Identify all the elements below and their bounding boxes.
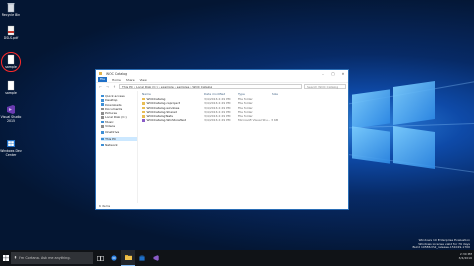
- document-icon: [101, 107, 104, 111]
- cortana-placeholder: I'm Cortana. Ask me anything.: [19, 256, 71, 260]
- cortana-search-box[interactable]: I'm Cortana. Ask me anything.: [11, 252, 93, 264]
- dev-center-icon: [7, 140, 15, 147]
- tab-home[interactable]: Home: [112, 78, 121, 82]
- download-icon: [101, 103, 104, 107]
- start-button[interactable]: [0, 250, 11, 266]
- tab-share[interactable]: Share: [126, 78, 135, 82]
- microphone-icon: [14, 256, 17, 259]
- maximize-button[interactable]: □: [328, 72, 338, 76]
- file-explorer-icon: [124, 255, 132, 260]
- tab-file[interactable]: File: [98, 77, 108, 82]
- desktop-icon-label: Visual Studio 2015: [0, 115, 22, 123]
- drive-icon: [101, 116, 104, 119]
- desktop-icon-label: sample: [5, 91, 17, 95]
- desktop-icon-recycle-bin[interactable]: Recycle Bin: [0, 2, 22, 18]
- desktop-icon-dsls-pdf[interactable]: DSLS.pdf: [0, 25, 22, 41]
- address-bar[interactable]: This PC › Local Disk (C:) › example › sa…: [119, 84, 302, 89]
- visual-studio-icon: [153, 255, 159, 261]
- video-icon: [101, 124, 104, 128]
- network-icon: [101, 143, 104, 147]
- folder-icon: [142, 110, 145, 114]
- file-explorer-window[interactable]: WOC Catalog – □ ✕ File Home Share View ←…: [95, 69, 349, 210]
- taskbar: I'm Cortana. Ask me anything. 2:30 PM 3/…: [0, 250, 474, 266]
- evaluation-watermark: Windows 10 Enterprise Evaluation Windows…: [412, 238, 470, 250]
- minimize-button[interactable]: –: [318, 72, 328, 76]
- title-bar[interactable]: WOC Catalog – □ ✕: [96, 70, 348, 77]
- explorer-body: Quick access Desktop Downloads Documents…: [96, 91, 348, 203]
- back-arrow-icon[interactable]: ←: [98, 85, 103, 89]
- store-button[interactable]: [135, 250, 149, 266]
- file-list: Name Date modified Type Size WOCCatalog …: [138, 91, 348, 203]
- pdf-file-icon: [7, 25, 15, 36]
- windows-logo-wallpaper: [352, 81, 436, 169]
- highlight-circle: [1, 52, 21, 72]
- up-arrow-icon[interactable]: ↑: [112, 85, 117, 89]
- store-icon: [139, 255, 145, 261]
- music-icon: [101, 120, 104, 124]
- file-date: 3/4/2016 2:29 PM: [204, 118, 231, 123]
- desktop-icon-label: DSLS.pdf: [3, 36, 19, 40]
- solution-file-icon: [142, 119, 145, 122]
- navigation-pane: Quick access Desktop Downloads Documents…: [96, 91, 138, 203]
- recycle-bin-icon: [7, 3, 15, 13]
- forward-arrow-icon[interactable]: →: [105, 85, 110, 89]
- close-button[interactable]: ✕: [338, 72, 348, 76]
- cloud-icon: [101, 131, 104, 134]
- desktop-icon-label: Recycle Bin: [1, 13, 21, 17]
- desktop-icon: [101, 99, 104, 102]
- windows-start-icon: [2, 255, 9, 261]
- file-explorer-button[interactable]: [121, 250, 135, 266]
- desktop-icon-sample-2[interactable]: sample: [0, 80, 22, 96]
- folder-icon: [142, 97, 145, 101]
- pictures-icon: [101, 112, 104, 115]
- edge-button[interactable]: [107, 250, 121, 266]
- file-icon: [7, 80, 15, 91]
- edge-icon: [111, 255, 117, 261]
- file-row[interactable]: WOCCatalog.WinStoreTest 3/4/2016 2:29 PM…: [142, 118, 348, 122]
- folder-icon: [142, 102, 145, 105]
- search-box[interactable]: Search WOC Catalog: [304, 84, 346, 89]
- clock-date: 3/4/2016: [458, 256, 472, 260]
- desktop: Recycle Bin DSLS.pdf sample sample Visua…: [0, 0, 474, 250]
- navigation-bar: ← → ↑ This PC › Local Disk (C:) › exampl…: [96, 82, 348, 90]
- computer-icon: [101, 137, 104, 141]
- task-view-icon: [96, 255, 104, 261]
- folder-icon: [142, 106, 145, 109]
- file-type: Microsoft Visual Stu...: [238, 118, 271, 123]
- system-tray-clock[interactable]: 2:30 PM 3/4/2016: [459, 252, 472, 260]
- file-name: WOCCatalog.WinStoreTest: [146, 118, 186, 123]
- desktop-icon-dev-center[interactable]: Windows Dev Center: [0, 138, 22, 158]
- status-bar: 6 items: [99, 204, 111, 208]
- folder-icon: [142, 115, 145, 118]
- folder-icon: [99, 72, 102, 75]
- visual-studio-button[interactable]: [149, 250, 163, 266]
- nav-network[interactable]: Network: [101, 143, 137, 147]
- desktop-icon-visual-studio[interactable]: Visual Studio 2015: [0, 104, 22, 124]
- window-title: WOC Catalog: [106, 71, 128, 76]
- desktop-icon-label: Windows Dev Center: [0, 149, 22, 157]
- tab-view[interactable]: View: [140, 78, 147, 82]
- visual-studio-icon: [7, 105, 15, 114]
- task-view-button[interactable]: [93, 250, 107, 266]
- file-size: 3 KB: [271, 118, 278, 123]
- star-icon: [101, 94, 104, 98]
- quick-access-toolbar: [99, 72, 102, 75]
